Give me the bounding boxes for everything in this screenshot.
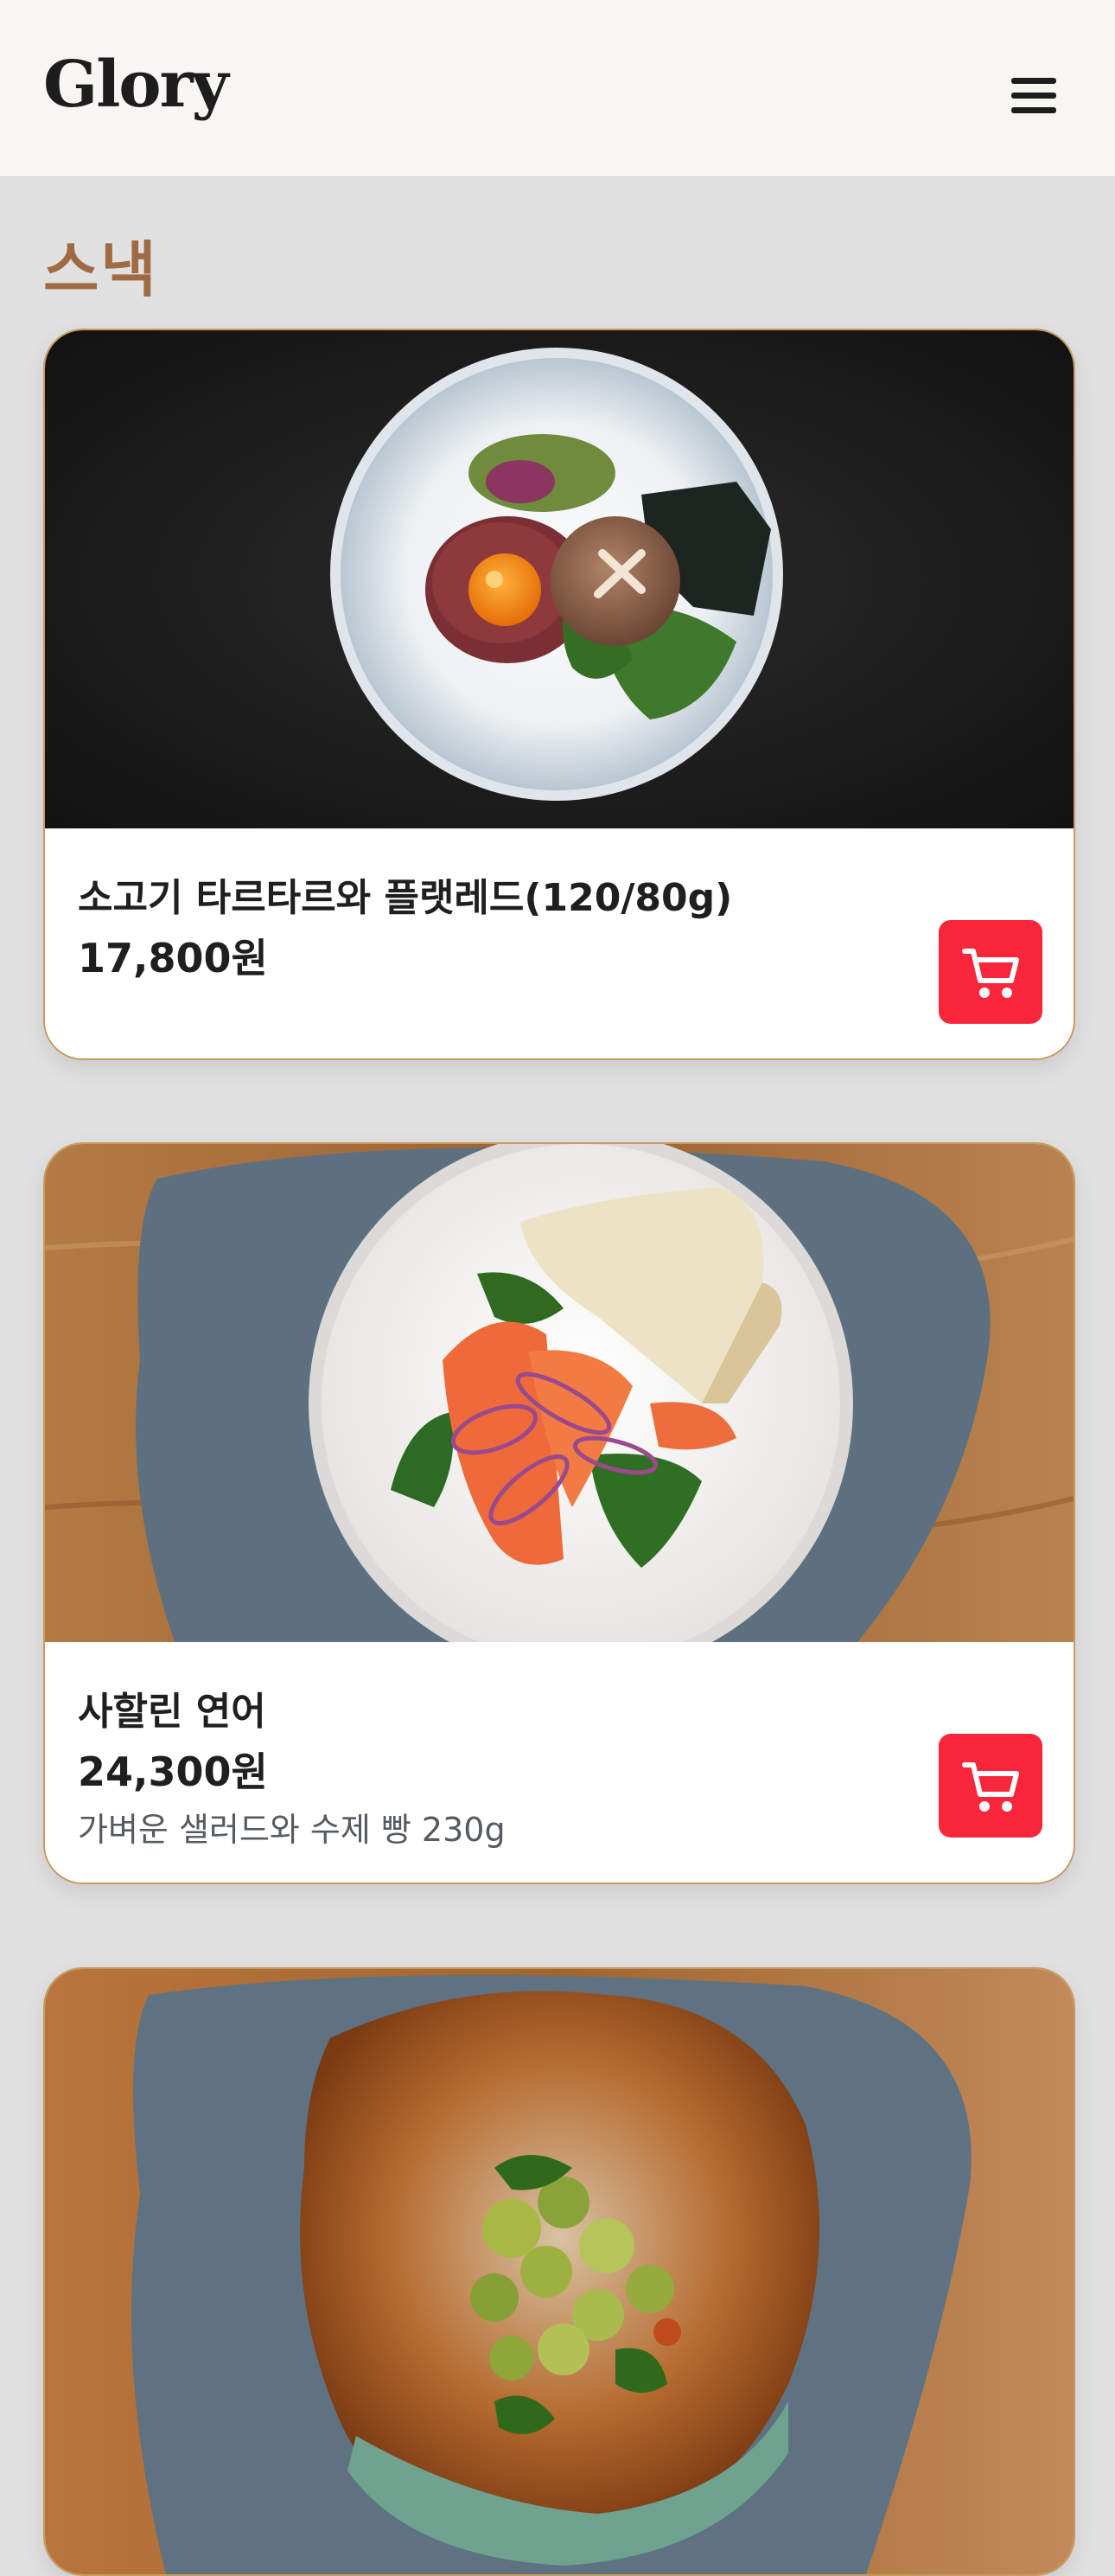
add-to-cart-button[interactable]: [939, 1734, 1042, 1838]
brand-logo[interactable]: Glory: [43, 48, 229, 122]
shopping-cart-icon: [962, 949, 1019, 998]
add-to-cart-button[interactable]: [939, 920, 1042, 1024]
menu-item-description: 가벼운 샐러드와 수제 빵 230g: [78, 1811, 506, 1849]
app-header: Glory: [0, 0, 1115, 177]
hamburger-menu-icon[interactable]: [1008, 74, 1060, 118]
shopping-cart-icon: [962, 1762, 1019, 1812]
menu-line: [1011, 78, 1056, 84]
menu-item-info: 사할린 연어 24,300원 가벼운 샐러드와 수제 빵 230g: [45, 1642, 1074, 1882]
menu-item-price: 17,800원: [78, 935, 268, 981]
menu-item-price: 24,300원: [78, 1748, 268, 1795]
section-title: 스낵: [43, 234, 158, 305]
menu-item-card[interactable]: 사할린 연어 24,300원 가벼운 샐러드와 수제 빵 230g: [43, 1142, 1075, 1884]
menu-item-name: 소고기 타르타르와 플랫레드(120/80g): [78, 876, 733, 920]
beef-tartare-photo[interactable]: [45, 330, 1074, 828]
menu-item-name: 사할린 연어: [78, 1690, 266, 1734]
menu-line: [1011, 93, 1056, 99]
sakhalin-salmon-photo[interactable]: [45, 1144, 1074, 1642]
menu-item-info: 소고기 타르타르와 플랫레드(120/80g) 17,800원: [45, 828, 1074, 1058]
menu-item-card[interactable]: 소고기 타르타르와 플랫레드(120/80g) 17,800원: [43, 329, 1075, 1060]
menu-line: [1011, 107, 1056, 113]
pickled-cucumber-photo[interactable]: [45, 1969, 1074, 2574]
menu-item-card[interactable]: [43, 1967, 1075, 2576]
